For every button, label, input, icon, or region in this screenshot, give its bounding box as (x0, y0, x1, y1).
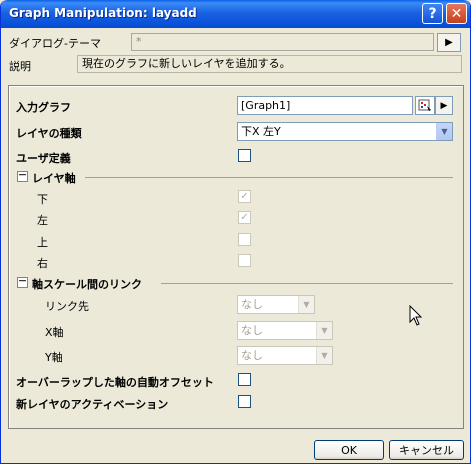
axis-bottom-checkbox[interactable]: ✓ (238, 190, 251, 203)
graph-menu-button[interactable]: ▶ (435, 96, 453, 115)
window-title: Graph Manipulation: layadd (9, 6, 197, 20)
close-button[interactable]: ✕ (446, 3, 467, 24)
help-button[interactable]: ? (422, 3, 443, 24)
chevron-down-icon: ▼ (316, 347, 332, 364)
chevron-down-icon: ▼ (436, 123, 452, 140)
link-to-value: なし (241, 298, 263, 311)
input-graph-field[interactable]: [Graph1] (237, 96, 413, 115)
arrow-right-icon: ▶ (445, 37, 453, 48)
y-axis-link-select[interactable]: なし ▼ (237, 346, 333, 365)
section-divider (161, 283, 453, 284)
ok-button-label: OK (341, 443, 357, 457)
theme-field[interactable]: * (131, 33, 434, 51)
link-to-select[interactable]: なし ▼ (237, 295, 315, 314)
theme-menu-button[interactable]: ▶ (437, 33, 461, 52)
description-text: 現在のグラフに新しいレイヤを追加する。 (82, 57, 291, 70)
cancel-button-label: キャンセル (399, 444, 454, 457)
y-axis-link-label: Y軸 (45, 351, 63, 364)
input-graph-label: 入力グラフ (16, 101, 71, 114)
input-graph-value: [Graph1] (241, 99, 291, 112)
x-axis-link-value: なし (241, 324, 263, 337)
title-bar[interactable]: Graph Manipulation: layadd ? ✕ (1, 0, 470, 28)
graph-picker-icon (418, 99, 431, 111)
chevron-down-icon: ▼ (316, 322, 332, 339)
axis-top-label: 上 (37, 236, 48, 249)
graph-select-button[interactable] (415, 96, 435, 115)
link-to-label: リンク先 (45, 300, 89, 313)
close-icon: ✕ (450, 5, 463, 22)
check-icon: ✓ (240, 191, 249, 202)
axis-top-checkbox[interactable] (238, 233, 251, 246)
auto-offset-checkbox[interactable] (238, 373, 251, 386)
x-axis-link-select[interactable]: なし ▼ (237, 321, 333, 340)
ok-button[interactable]: OK (314, 440, 384, 460)
axis-left-checkbox[interactable]: ✓ (238, 211, 251, 224)
theme-label: ダイアログ-テーマ (9, 37, 101, 50)
axis-left-label: 左 (37, 214, 48, 227)
axis-right-checkbox[interactable] (238, 254, 251, 267)
description-label: 説明 (9, 60, 31, 73)
axis-right-label: 右 (37, 257, 48, 270)
arrow-right-icon: ▶ (440, 100, 448, 111)
axis-bottom-label: 下 (37, 193, 48, 206)
x-axis-link-label: X軸 (45, 326, 64, 339)
layer-type-select[interactable]: 下X 左Y ▼ (237, 122, 453, 141)
user-defined-label: ユーザ定義 (16, 152, 71, 165)
theme-value: * (136, 35, 142, 48)
user-defined-checkbox[interactable] (238, 149, 251, 162)
help-icon: ? (428, 5, 437, 22)
dialog-window: Graph Manipulation: layadd ? ✕ ダイアログ-テーマ… (0, 0, 471, 464)
mouse-cursor-icon (409, 305, 423, 326)
cancel-button[interactable]: キャンセル (389, 440, 464, 460)
auto-offset-label: オーバーラップした軸の自動オフセット (16, 376, 214, 389)
layer-type-value: 下X 左Y (241, 125, 281, 138)
layer-axes-toggle[interactable]: － (17, 171, 28, 182)
layer-axes-title: レイヤ軸 (32, 172, 76, 185)
scale-link-title: 軸スケール間のリンク (32, 278, 142, 291)
layer-type-label: レイヤの種類 (16, 127, 82, 140)
chevron-down-icon: ▼ (298, 296, 314, 313)
check-icon: ✓ (240, 212, 249, 223)
activate-layer-label: 新レイヤのアクティベーション (16, 398, 169, 411)
y-axis-link-value: なし (241, 349, 263, 362)
scale-link-toggle[interactable]: － (17, 277, 28, 288)
section-divider (85, 177, 453, 178)
description-box: 現在のグラフに新しいレイヤを追加する。 (77, 55, 462, 73)
activate-layer-checkbox[interactable] (238, 395, 251, 408)
